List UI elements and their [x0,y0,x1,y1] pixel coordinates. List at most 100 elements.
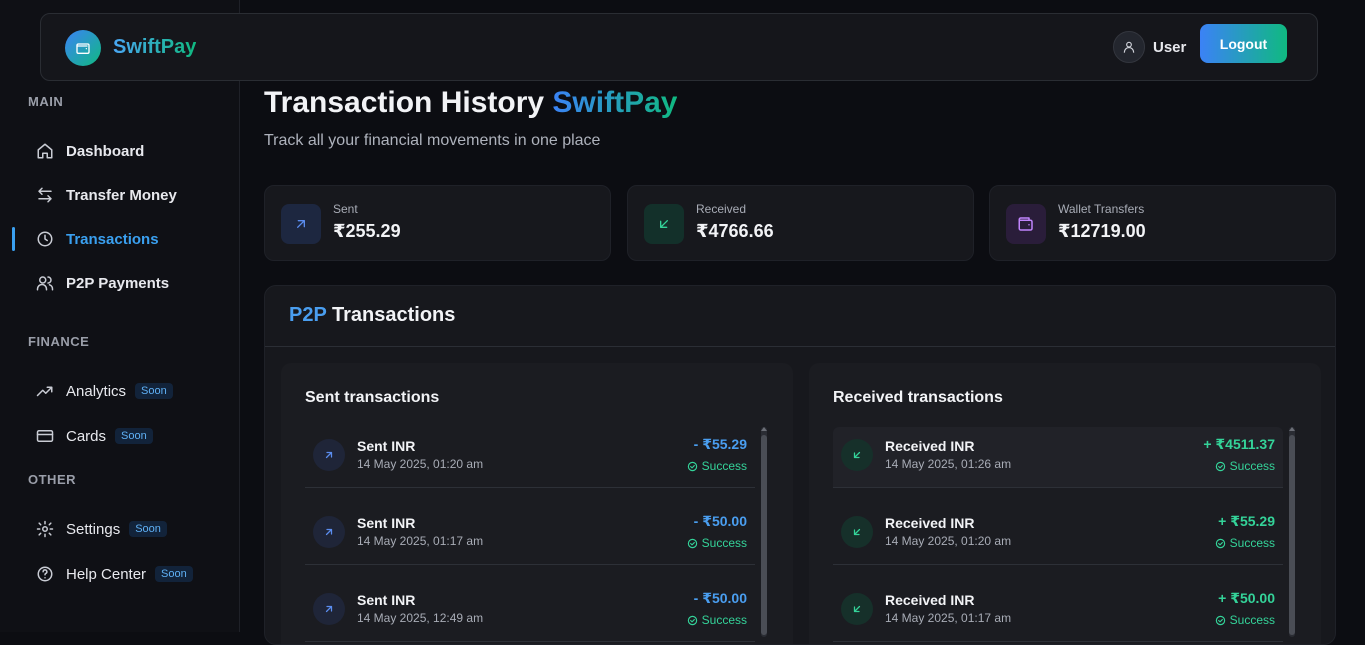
brand-name[interactable]: SwiftPay [113,36,196,59]
active-indicator [12,227,15,251]
transaction-date: 14 May 2025, 01:20 am [357,457,484,471]
wallet-icon [1006,204,1046,244]
gear-icon [36,520,54,538]
sidebar-item-analytics[interactable]: Analytics Soon [36,379,173,403]
stat-card-wallet-transfers: Wallet Transfers ₹12719.00 [989,185,1336,261]
panel-title-rest: Transactions [332,304,456,326]
soon-badge: Soon [115,428,153,444]
status-text: Success [701,536,747,550]
check-circle-icon [687,538,698,549]
sidebar: MAIN Dashboard Transfer Money Transactio… [0,0,240,632]
sidebar-item-help-center[interactable]: Help Center Soon [36,562,193,586]
page-subtitle: Track all your financial movements in on… [264,132,601,149]
transaction-title: Sent INR [357,592,416,608]
transaction-row[interactable]: Received INR 14 May 2025, 01:20 am + ₹55… [833,504,1283,565]
credit-card-icon [36,427,54,445]
arrow-up-right-icon [281,204,321,244]
transaction-date: 14 May 2025, 12:49 am [357,611,484,625]
arrow-up-right-icon [313,593,345,625]
status-badge: Success [687,613,747,627]
transfer-icon [36,186,54,204]
transaction-row[interactable]: Received INR 14 May 2025, 01:26 am + ₹45… [833,427,1283,488]
transaction-amount: - ₹50.00 [693,590,747,606]
users-icon [36,274,54,292]
transaction-amount: + ₹50.00 [1218,590,1275,606]
stat-label: Sent [333,202,358,216]
transaction-date: 14 May 2025, 01:17 am [885,611,1012,625]
stat-card-sent: Sent ₹255.29 [264,185,611,261]
transaction-title: Sent INR [357,515,416,531]
p2p-transactions-panel: P2P Transactions Sent transactions Sent … [264,285,1336,645]
arrow-down-left-icon [644,204,684,244]
user-name[interactable]: User [1153,39,1186,56]
transaction-title: Received INR [885,438,975,454]
transaction-row[interactable]: Sent INR 14 May 2025, 01:20 am - ₹55.29 … [305,427,755,488]
sidebar-item-label: Dashboard [66,142,145,160]
user-icon[interactable] [1113,31,1145,63]
sidebar-item-cards[interactable]: Cards Soon [36,424,153,448]
check-circle-icon [687,461,698,472]
transaction-title: Sent INR [357,438,416,454]
transaction-date: 14 May 2025, 01:20 am [885,534,1012,548]
stat-value: ₹255.29 [333,221,401,241]
transaction-amount: - ₹55.29 [693,436,747,452]
status-text: Success [1229,613,1275,627]
section-title-main: MAIN [28,94,64,109]
status-badge: Success [1215,613,1275,627]
stat-label: Received [696,202,747,216]
sidebar-item-transactions[interactable]: Transactions [36,227,159,251]
arrow-down-left-icon [841,593,873,625]
scroll-up-arrow[interactable] [1289,427,1295,431]
transaction-amount: + ₹4511.37 [1203,436,1275,452]
panel-title-accent: P2P [289,304,327,326]
sidebar-item-label: Help Center [66,565,147,583]
arrow-up-right-icon [313,516,345,548]
check-circle-icon [1215,461,1226,472]
status-badge: Success [1215,459,1275,473]
sidebar-item-transfer-money[interactable]: Transfer Money [36,183,177,207]
page-title-accent: SwiftPay [552,86,678,119]
check-circle-icon [1215,615,1226,626]
transaction-row[interactable]: Sent INR 14 May 2025, 01:17 am - ₹50.00 … [305,504,755,565]
soon-badge: Soon [129,521,167,537]
transaction-date: 14 May 2025, 01:26 am [885,457,1012,471]
top-header: SwiftPay User Logout [40,13,1318,81]
help-icon [36,565,54,583]
received-transactions-title: Received transactions [833,389,1003,406]
home-icon [36,142,54,160]
status-badge: Success [687,459,747,473]
transaction-amount: - ₹50.00 [693,513,747,529]
scroll-thumb[interactable] [761,435,767,635]
page-title-main: Transaction History [264,86,545,119]
scroll-thumb[interactable] [1289,435,1295,635]
sidebar-item-label: Analytics [66,382,127,400]
transaction-date: 14 May 2025, 01:17 am [357,534,484,548]
sidebar-item-label: Settings [66,520,121,538]
trending-up-icon [36,382,54,400]
received-list-scrollbar[interactable] [1289,427,1295,637]
sidebar-item-dashboard[interactable]: Dashboard [36,139,144,163]
transaction-amount: + ₹55.29 [1218,513,1275,529]
sidebar-item-settings[interactable]: Settings Soon [36,517,167,541]
sent-transactions-title: Sent transactions [305,389,440,406]
sidebar-item-label: P2P Payments [66,274,170,292]
transaction-row[interactable]: Sent INR 14 May 2025, 12:49 am - ₹50.00 … [305,581,755,642]
check-circle-icon [1215,538,1226,549]
panel-title: P2P Transactions [289,304,455,327]
soon-badge: Soon [155,566,193,582]
divider [265,346,1335,347]
transaction-row[interactable]: Received INR 14 May 2025, 01:17 am + ₹50… [833,581,1283,642]
sidebar-item-label: Cards [66,427,107,445]
wallet-logo-icon[interactable] [65,30,101,66]
sent-list-scrollbar[interactable] [761,427,767,637]
scroll-up-arrow[interactable] [761,427,767,431]
sidebar-item-p2p-payments[interactable]: P2P Payments [36,271,169,295]
arrow-up-right-icon [313,439,345,471]
stat-value: ₹12719.00 [1058,221,1146,241]
check-circle-icon [687,615,698,626]
section-title-finance: FINANCE [28,334,90,349]
status-badge: Success [687,536,747,550]
logout-button[interactable]: Logout [1200,24,1287,63]
stat-label: Wallet Transfers [1058,202,1145,216]
arrow-down-left-icon [841,439,873,471]
